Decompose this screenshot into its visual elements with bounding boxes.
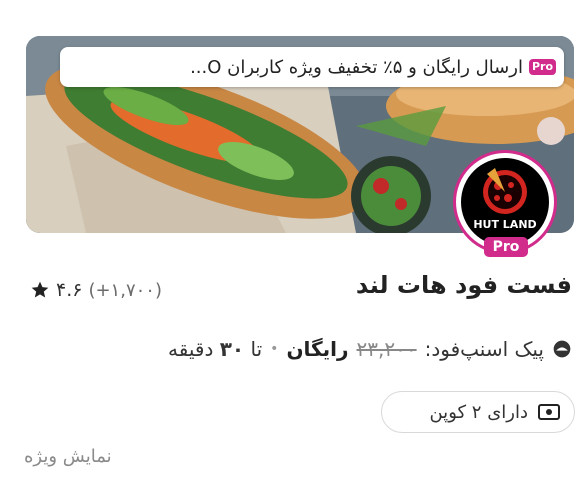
time-unit: دقیقه xyxy=(168,337,214,361)
time-value: ۳۰ xyxy=(219,337,245,361)
time-prefix: تا xyxy=(250,337,263,361)
delivery-info: پیک اسنپ‌فود: ۲۳,۲۰۰ رایگان • تا ۳۰ دقیق… xyxy=(168,337,572,361)
vendor-name: فست فود هات لند xyxy=(355,271,572,299)
logo-text: HUT LAND xyxy=(473,218,537,231)
coupon-text: دارای ۲ کوپن xyxy=(429,401,528,423)
coupon-chip[interactable]: دارای ۲ کوپن xyxy=(381,391,575,433)
pro-badge: Pro xyxy=(528,59,556,75)
delivery-label: پیک اسنپ‌فود: xyxy=(424,337,544,361)
rating-value: ۴.۶ xyxy=(56,279,83,301)
promo-text: ارسال رایگان و ۵٪ تخفیف ویژه کاربران O..… xyxy=(190,56,523,78)
delivery-old-price: ۲۳,۲۰۰ xyxy=(356,337,417,361)
special-label: نمایش ویژه xyxy=(24,446,112,467)
coupon-icon xyxy=(538,404,560,420)
delivery-time: تا ۳۰ دقیقه xyxy=(168,337,262,361)
delivery-courier-icon xyxy=(553,340,571,358)
rating-count: (+۱,۷۰۰) xyxy=(88,279,162,301)
delivery-price: رایگان xyxy=(286,337,349,361)
separator: • xyxy=(270,341,279,357)
pizza-icon xyxy=(483,168,527,214)
logo-pro-badge: Pro xyxy=(484,237,528,257)
restaurant-card[interactable]: Pro ارسال رایگان و ۵٪ تخفیف ویژه کاربران… xyxy=(0,0,584,480)
rating: ۴.۶ (+۱,۷۰۰) xyxy=(30,279,162,301)
promo-banner: Pro ارسال رایگان و ۵٪ تخفیف ویژه کاربران… xyxy=(60,47,564,87)
star-icon xyxy=(31,281,49,298)
